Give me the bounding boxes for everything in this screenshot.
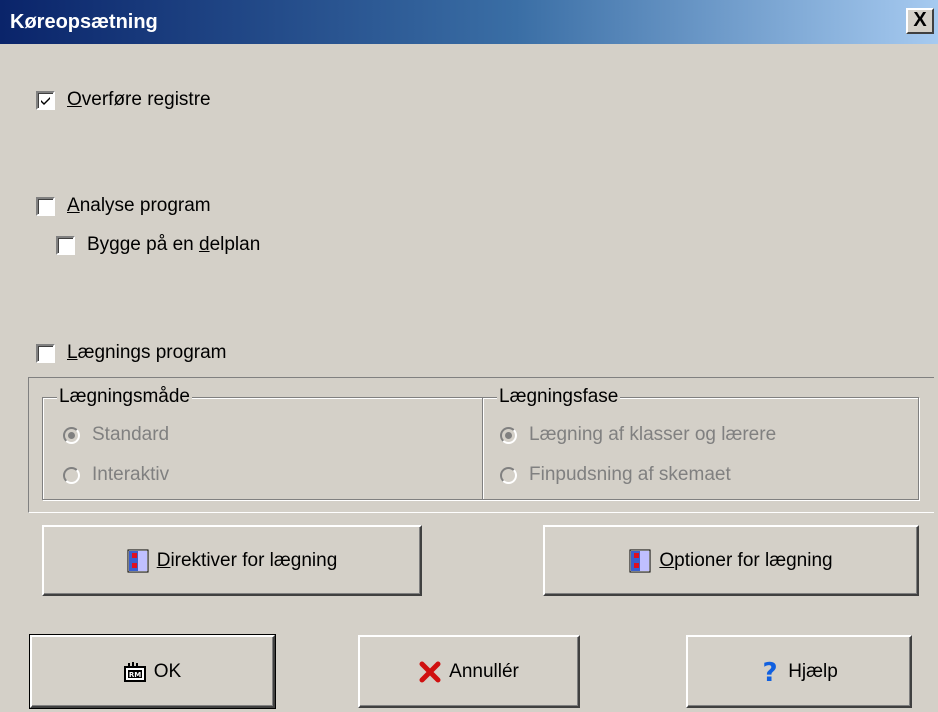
cross-icon — [419, 661, 441, 683]
analyse-program-checkbox[interactable] — [36, 196, 55, 216]
checklist-icon — [127, 549, 149, 573]
mode-interactive-radio-row[interactable]: Interaktiv — [63, 464, 169, 486]
phase-refine-schedule-radio-row[interactable]: Finpudsning af skemaet — [500, 464, 731, 486]
title-bar: Køreopsætning X — [0, 0, 938, 44]
placement-program-checkbox-row[interactable]: Lægnings program — [36, 342, 227, 364]
options-button[interactable]: Optioner for lægning — [543, 525, 919, 596]
close-button[interactable]: X — [906, 8, 934, 34]
phase-refine-schedule-radio[interactable] — [500, 466, 517, 484]
analyse-program-checkbox-row[interactable]: Analyse program — [36, 195, 211, 217]
ok-icon: RM — [123, 661, 146, 683]
window-title: Køreopsætning — [10, 11, 158, 33]
phase-classes-teachers-radio-row[interactable]: Lægning af klasser og lærere — [500, 424, 776, 446]
placement-program-checkbox[interactable] — [36, 343, 55, 363]
svg-text:RM: RM — [129, 671, 141, 679]
question-icon: ? — [760, 659, 780, 685]
mode-standard-label: Standard — [92, 424, 170, 445]
mode-standard-radio-row[interactable]: Standard — [63, 424, 169, 446]
placement-phase-legend: Lægningsfase — [497, 386, 621, 408]
transfer-registers-checkbox[interactable] — [36, 90, 55, 110]
transfer-registers-label: Overføre registre — [67, 89, 211, 110]
mode-interactive-label: Interaktiv — [92, 464, 170, 485]
options-label: Optioner for lægning — [659, 549, 833, 571]
directives-label: Direktiver for lægning — [156, 549, 338, 571]
analyse-program-label: Analyse program — [67, 195, 211, 216]
mode-interactive-radio[interactable] — [63, 466, 80, 484]
checkmark-icon — [41, 96, 50, 105]
cancel-button[interactable]: Annullér — [358, 635, 580, 708]
placement-program-label: Lægnings program — [67, 342, 227, 363]
directives-button[interactable]: Direktiver for lægning — [42, 525, 422, 596]
ok-label: OK — [153, 660, 182, 682]
transfer-registers-checkbox-row[interactable]: Overføre registre — [36, 89, 211, 111]
svg-text:?: ? — [763, 659, 778, 685]
phase-classes-teachers-radio[interactable] — [500, 426, 517, 444]
close-icon: X — [913, 9, 927, 31]
phase-classes-teachers-label: Lægning af klasser og lærere — [529, 424, 777, 445]
help-label: Hjælp — [788, 660, 838, 682]
cancel-label: Annullér — [449, 660, 519, 682]
mode-standard-radio[interactable] — [63, 426, 80, 444]
help-button[interactable]: ? Hjælp — [686, 635, 912, 708]
placement-mode-legend: Lægningsmåde — [57, 386, 192, 408]
checklist-icon — [629, 549, 651, 573]
ok-button[interactable]: RM OK — [29, 634, 276, 709]
build-on-subplan-label: Bygge på en delplan — [87, 234, 261, 255]
phase-refine-schedule-label: Finpudsning af skemaet — [529, 464, 731, 485]
build-on-subplan-checkbox-row[interactable]: Bygge på en delplan — [56, 234, 260, 256]
build-on-subplan-checkbox[interactable] — [56, 235, 75, 255]
